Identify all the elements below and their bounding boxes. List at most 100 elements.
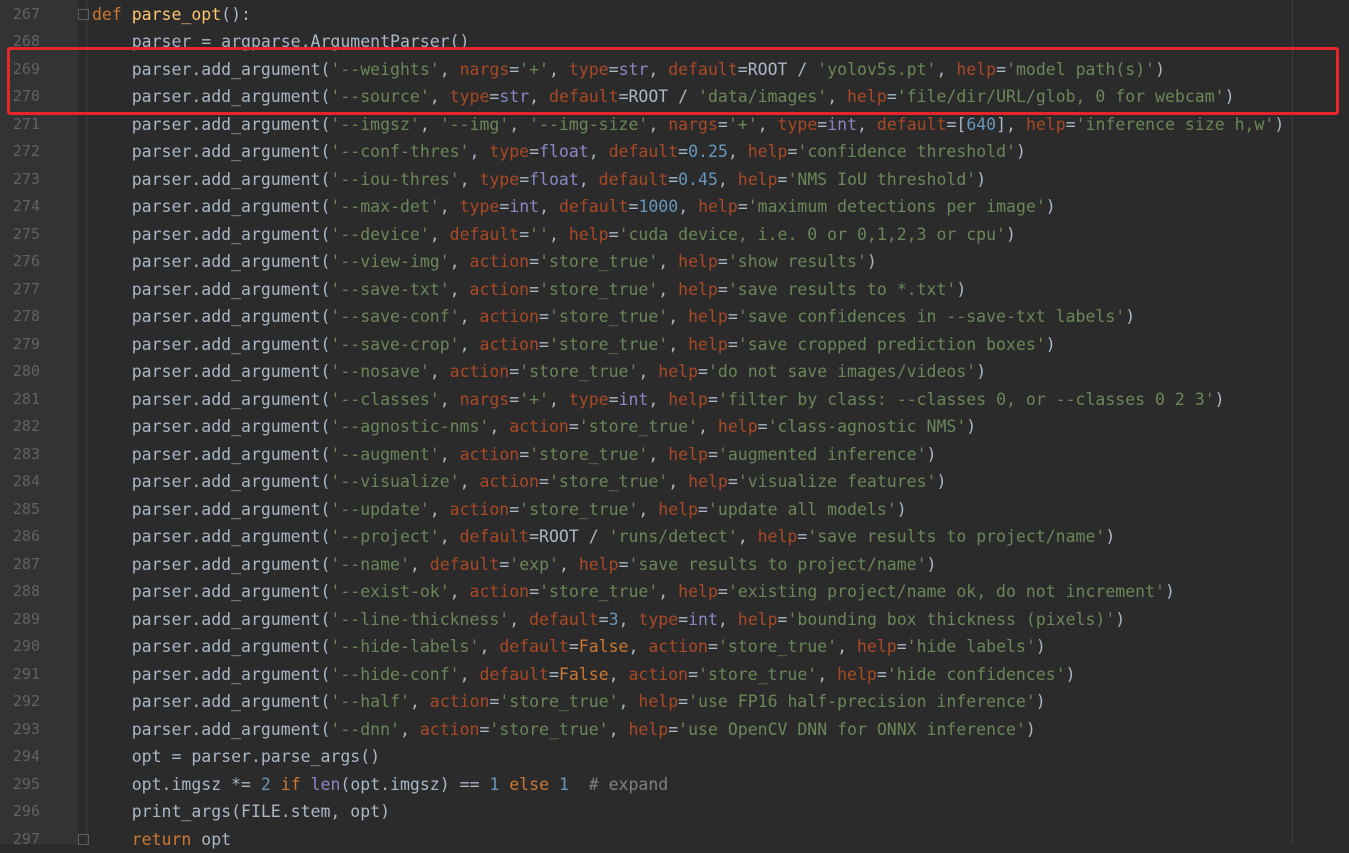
- code-token: parser.add_argument(: [92, 500, 330, 519]
- code-token: ): [1215, 390, 1225, 409]
- code-line[interactable]: 280 parser.add_argument('--nosave', acti…: [0, 358, 1349, 386]
- line-number: 271: [0, 111, 40, 139]
- code-line[interactable]: 288 parser.add_argument('--exist-ok', ac…: [0, 578, 1349, 606]
- code-token: ,: [430, 87, 450, 106]
- code-line[interactable]: 268 parser = argparse.ArgumentParser(): [0, 28, 1349, 56]
- code-token: =: [519, 170, 529, 189]
- code-token: ,: [539, 197, 559, 216]
- code-line[interactable]: 286 parser.add_argument('--project', def…: [0, 523, 1349, 551]
- code-token: nargs: [460, 390, 510, 409]
- code-token: '+': [728, 115, 758, 134]
- code-text: parser.add_argument('--save-crop', actio…: [92, 331, 1056, 359]
- code-token: parser.add_argument(: [92, 335, 330, 354]
- code-token: ,: [648, 60, 668, 79]
- code-token: ,: [430, 362, 450, 381]
- fold-marker-icon[interactable]: [78, 834, 89, 845]
- code-token: ,: [718, 610, 738, 629]
- code-token: parser.add_argument(: [92, 252, 330, 271]
- code-line[interactable]: 290 parser.add_argument('--hide-labels',…: [0, 633, 1349, 661]
- code-token: =: [797, 527, 807, 546]
- code-text: parser.add_argument('--project', default…: [92, 523, 1115, 551]
- code-line[interactable]: 285 parser.add_argument('--update', acti…: [0, 496, 1349, 524]
- code-token: 'exp': [509, 555, 559, 574]
- code-token: int: [827, 115, 857, 134]
- code-token: =: [728, 472, 738, 491]
- code-token: ,: [440, 390, 460, 409]
- code-text: parser.add_argument('--save-txt', action…: [92, 276, 966, 304]
- code-token: ,: [648, 445, 668, 464]
- code-text: parser.add_argument('--half', action='st…: [92, 688, 1046, 716]
- code-token: ,: [678, 197, 698, 216]
- code-token: =: [698, 362, 708, 381]
- code-line[interactable]: 284 parser.add_argument('--visualize', a…: [0, 468, 1349, 496]
- code-token: =: [787, 142, 797, 161]
- code-token: 'store_true': [539, 582, 658, 601]
- code-token: '--augment': [330, 445, 439, 464]
- code-token: =: [549, 665, 559, 684]
- code-line[interactable]: 296 print_args(FILE.stem, opt): [0, 798, 1349, 826]
- code-token: help: [658, 362, 698, 381]
- code-token: action: [648, 637, 708, 656]
- code-token: '--weights': [330, 60, 439, 79]
- code-token: default: [529, 610, 599, 629]
- code-token: '--save-crop': [330, 335, 459, 354]
- code-line[interactable]: 272 parser.add_argument('--conf-thres', …: [0, 138, 1349, 166]
- code-line[interactable]: 291 parser.add_argument('--hide-conf', d…: [0, 661, 1349, 689]
- code-line[interactable]: 281 parser.add_argument('--classes', nar…: [0, 386, 1349, 414]
- code-text: parser.add_argument('--exist-ok', action…: [92, 578, 1175, 606]
- code-token: 'filter by class: --classes 0, or --clas…: [718, 390, 1215, 409]
- code-token: =: [817, 115, 827, 134]
- code-token: '--source': [330, 87, 429, 106]
- code-token: ,: [758, 115, 778, 134]
- code-token: '--visualize': [330, 472, 459, 491]
- code-token: ): [976, 362, 986, 381]
- code-token: =: [519, 225, 529, 244]
- code-line[interactable]: 269 parser.add_argument('--weights', nar…: [0, 56, 1349, 84]
- line-number: 284: [0, 468, 40, 496]
- code-token: len: [311, 775, 341, 794]
- line-number: 269: [0, 56, 40, 84]
- code-token: return: [92, 830, 201, 849]
- code-line[interactable]: 277 parser.add_argument('--save-txt', ac…: [0, 276, 1349, 304]
- code-token: ,: [549, 60, 569, 79]
- code-token: action: [430, 692, 490, 711]
- code-token: action: [450, 362, 510, 381]
- code-token: ): [1274, 115, 1284, 134]
- line-number: 283: [0, 441, 40, 469]
- code-token: =: [728, 335, 738, 354]
- code-token: '--line-thickness': [330, 610, 509, 629]
- code-line[interactable]: 295 opt.imgsz *= 2 if len(opt.imgsz) == …: [0, 771, 1349, 799]
- code-line[interactable]: 275 parser.add_argument('--device', defa…: [0, 221, 1349, 249]
- code-token: =: [629, 197, 639, 216]
- code-token: ): [1046, 335, 1056, 354]
- code-text: parser.add_argument('--iou-thres', type=…: [92, 166, 986, 194]
- code-token: opt.imgsz *=: [92, 775, 261, 794]
- code-token: ,: [549, 390, 569, 409]
- code-token: ,: [658, 252, 678, 271]
- code-line[interactable]: 283 parser.add_argument('--augment', act…: [0, 441, 1349, 469]
- code-line[interactable]: 294 opt = parser.parse_args(): [0, 743, 1349, 771]
- code-token: type: [569, 390, 609, 409]
- code-line[interactable]: 297 return opt: [0, 826, 1349, 853]
- code-token: type: [569, 60, 609, 79]
- code-line[interactable]: 267def parse_opt():: [0, 1, 1349, 29]
- code-line[interactable]: 293 parser.add_argument('--dnn', action=…: [0, 716, 1349, 744]
- code-line[interactable]: 274 parser.add_argument('--max-det', typ…: [0, 193, 1349, 221]
- code-token: =: [479, 720, 489, 739]
- code-line[interactable]: 287 parser.add_argument('--name', defaul…: [0, 551, 1349, 579]
- code-line[interactable]: 289 parser.add_argument('--line-thicknes…: [0, 606, 1349, 634]
- code-line[interactable]: 271 parser.add_argument('--imgsz', '--im…: [0, 111, 1349, 139]
- code-token: =: [718, 252, 728, 271]
- code-token: =: [509, 390, 519, 409]
- code-line[interactable]: 273 parser.add_argument('--iou-thres', t…: [0, 166, 1349, 194]
- code-line[interactable]: 292 parser.add_argument('--half', action…: [0, 688, 1349, 716]
- code-line[interactable]: 276 parser.add_argument('--view-img', ac…: [0, 248, 1349, 276]
- code-line[interactable]: 270 parser.add_argument('--source', type…: [0, 83, 1349, 111]
- fold-marker-icon[interactable]: [78, 9, 89, 20]
- code-line[interactable]: 282 parser.add_argument('--agnostic-nms'…: [0, 413, 1349, 441]
- code-line[interactable]: 278 parser.add_argument('--save-conf', a…: [0, 303, 1349, 331]
- code-token: =: [609, 60, 619, 79]
- code-token: parser.add_argument(: [92, 307, 330, 326]
- code-editor[interactable]: 267def parse_opt():268 parser = argparse…: [0, 0, 1349, 844]
- code-line[interactable]: 279 parser.add_argument('--save-crop', a…: [0, 331, 1349, 359]
